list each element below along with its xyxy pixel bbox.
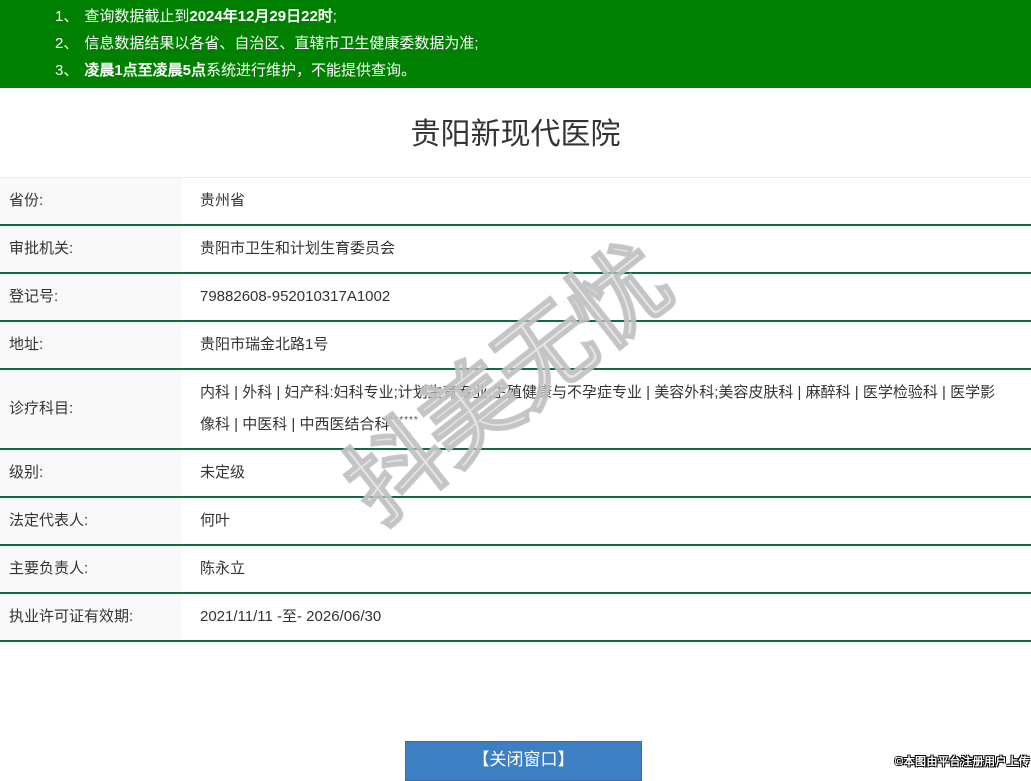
row-label: 省份: (0, 177, 182, 226)
row-value: 贵州省 (182, 177, 1031, 226)
table-row-medical-subjects: 诊疗科目: 内科 | 外科 | 妇产科:妇科专业;计划生育专业;生殖健康与不孕症… (0, 369, 1031, 450)
row-value: 未定级 (182, 449, 1031, 498)
table-row-registration-number: 登记号: 79882608-952010317A1002 (0, 273, 1031, 322)
row-label: 地址: (0, 321, 182, 370)
page-title: 贵阳新现代医院 (410, 118, 621, 151)
row-label: 诊疗科目: (0, 369, 182, 450)
table-row-address: 地址: 贵阳市瑞金北路1号 (0, 321, 1031, 370)
table-row-main-responsible-person: 主要负责人: 陈永立 (0, 545, 1031, 594)
notice-text: ; (332, 8, 337, 25)
copyright-watermark: ©本图由平台注册用户上传 (894, 756, 1030, 768)
notice-number: 3、 (55, 62, 79, 79)
notice-number: 2、 (55, 35, 79, 52)
notice-text-bold: 凌晨1点至凌晨5点 (84, 62, 207, 79)
row-value: 内科 | 外科 | 妇产科:妇科专业;计划生育专业;生殖健康与不孕症专业 | 美… (182, 369, 1031, 450)
row-label: 级别: (0, 449, 182, 498)
notice-line-2: 2、 信息数据结果以各省、自治区、直辖市卫生健康委数据为准; (55, 30, 1011, 57)
row-label: 法定代表人: (0, 497, 182, 546)
row-label: 审批机关: (0, 225, 182, 274)
row-value: 2021/11/11 -至- 2026/06/30 (182, 593, 1031, 642)
notice-banner: 1、 查询数据截止到2024年12月29日22时; 2、 信息数据结果以各省、自治区… (0, 0, 1031, 88)
row-label: 执业许可证有效期: (0, 593, 182, 642)
notice-text-bold: 2024年12月29日22时 (189, 8, 333, 25)
notice-line-1: 1、 查询数据截止到2024年12月29日22时; (55, 3, 1011, 30)
notice-text: 信息数据结果以各省、自治区、直辖市卫生健康委数据为准; (84, 35, 479, 52)
row-value: 贵阳市瑞金北路1号 (182, 321, 1031, 370)
row-value-suffix: ****** (389, 415, 419, 426)
row-value-text: 内科 | 外科 | 妇产科:妇科专业;计划生育专业;生殖健康与不孕症专业 | 美… (200, 384, 996, 433)
notice-text: 系统进行维护，不能提供查询。 (206, 62, 417, 79)
row-value: 79882608-952010317A1002 (182, 273, 1031, 322)
notice-text: 查询数据截止到 (84, 8, 190, 25)
table-row-level: 级别: 未定级 (0, 449, 1031, 498)
table-row-license-validity: 执业许可证有效期: 2021/11/11 -至- 2026/06/30 (0, 593, 1031, 642)
row-value: 何叶 (182, 497, 1031, 546)
table-row-province: 省份: 贵州省 (0, 177, 1031, 226)
row-label: 登记号: (0, 273, 182, 322)
row-value: 陈永立 (182, 545, 1031, 594)
close-window-button[interactable]: 【关闭窗口】 (405, 741, 642, 781)
row-label: 主要负责人: (0, 545, 182, 594)
notice-number: 1、 (55, 8, 79, 25)
notice-line-3: 3、 凌晨1点至凌晨5点系统进行维护，不能提供查询。 (55, 57, 1011, 84)
table-row-legal-representative: 法定代表人: 何叶 (0, 497, 1031, 546)
hospital-info-table: 省份: 贵州省 审批机关: 贵阳市卫生和计划生育委员会 登记号: 7988260… (0, 177, 1031, 642)
row-value: 贵阳市卫生和计划生育委员会 (182, 225, 1031, 274)
table-row-approval-authority: 审批机关: 贵阳市卫生和计划生育委员会 (0, 225, 1031, 274)
